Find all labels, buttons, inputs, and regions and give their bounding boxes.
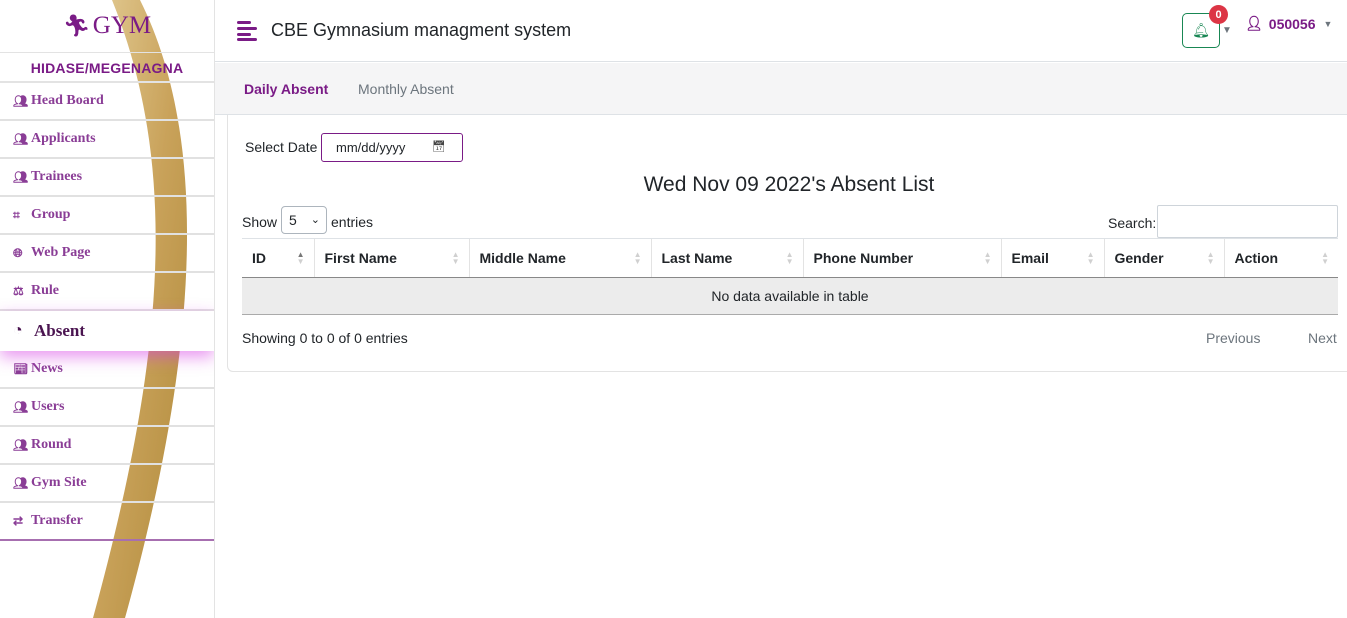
- branch-name: HIDASE/MEGENAGNA: [0, 53, 214, 83]
- column-header-first-name[interactable]: First Name ▲ ▼: [313, 238, 469, 278]
- user-menu[interactable]: 👤︎ 050056 ▼: [1245, 15, 1332, 32]
- sidebar-item-gym-site[interactable]: 👥︎ Gym Site: [0, 465, 214, 503]
- sidebar-item-label: Web Page: [31, 245, 91, 260]
- sidebar-item-label: Applicants: [31, 131, 96, 146]
- users-icon: 👥︎: [13, 475, 29, 490]
- sidebar-item-round[interactable]: 👥︎ Round: [0, 427, 214, 465]
- select-date-label: Select Date: [245, 139, 318, 155]
- sidebar-item-applicants[interactable]: 👥︎ Applicants: [0, 121, 214, 159]
- tab-monthly-absent[interactable]: Monthly Absent: [358, 81, 454, 97]
- table-info: Showing 0 to 0 of 0 entries: [242, 330, 408, 346]
- column-header-gender[interactable]: Gender ▲ ▼: [1103, 238, 1224, 278]
- brand-logo[interactable]: 🏃︎ GYM: [0, 0, 214, 53]
- users-icon: 👥︎: [13, 399, 29, 414]
- entries-label: entries: [331, 214, 374, 230]
- empty-table-message: No data available in table: [242, 277, 1338, 315]
- date-input[interactable]: mm/dd/yyyy 📅︎: [321, 133, 463, 162]
- sidebar-item-group[interactable]: ⌗ Group: [0, 197, 214, 235]
- sidebar-item-transfer[interactable]: ⇄ Transfer: [0, 503, 214, 541]
- sidebar-item-label: Head Board: [31, 93, 104, 108]
- sidebar-item-users[interactable]: 👥︎ Users: [0, 389, 214, 427]
- next-page-button[interactable]: Next: [1308, 330, 1337, 346]
- calendar-icon[interactable]: 📅︎: [432, 134, 446, 161]
- sort-icon: ▲ ▼: [983, 250, 992, 266]
- sidebar-item-label: Group: [31, 207, 71, 222]
- sort-icon: ▲ ▼: [1086, 250, 1095, 266]
- tab-daily-absent[interactable]: Daily Absent: [244, 81, 328, 97]
- running-person-icon: 🏃︎: [62, 13, 91, 38]
- column-header-email[interactable]: Email ▲ ▼: [1000, 238, 1104, 278]
- page-title: CBE Gymnasium managment system: [271, 20, 572, 40]
- menu-toggle-icon[interactable]: [237, 20, 259, 41]
- column-header-phone-number[interactable]: Phone Number ▲ ▼: [802, 238, 1001, 278]
- previous-page-button[interactable]: Previous: [1206, 330, 1260, 346]
- user-check-icon: 👤︎: [1245, 15, 1263, 31]
- column-header-last-name[interactable]: Last Name ▲ ▼: [650, 238, 803, 278]
- list-title: Wed Nov 09 2022's Absent List: [643, 173, 935, 196]
- search-label: Search:: [1108, 215, 1157, 231]
- sidebar-item-label: Rule: [31, 283, 59, 298]
- main-content: Daily Absent Monthly Absent Select Date …: [215, 63, 1347, 618]
- notification-count-badge: 0: [1209, 5, 1228, 24]
- show-label: Show: [242, 214, 278, 230]
- sidebar-item-news[interactable]: 📰︎ News: [0, 351, 214, 389]
- scale-icon: ⚖︎: [13, 283, 24, 298]
- absent-table: ID ▲ ▼ First Name ▲ ▼ Middle Name ▲ ▼ Last …: [242, 238, 1338, 315]
- sidebar: 🏃︎ GYM HIDASE/MEGENAGNA 👥︎ Head Board 👥︎…: [0, 0, 215, 618]
- sidebar-nav: 👥︎ Head Board 👥︎ Applicants 👥︎ Trainees …: [0, 83, 214, 541]
- bell-icon: 🔔︎: [1192, 22, 1210, 38]
- users-icon: 👥︎: [13, 437, 29, 452]
- sidebar-item-label: Absent: [34, 321, 86, 340]
- date-placeholder: mm/dd/yyyy: [336, 140, 406, 155]
- brand-text: GYM: [92, 12, 152, 39]
- column-header-id[interactable]: ID ▲ ▼: [242, 238, 314, 278]
- sidebar-item-web-page[interactable]: 🌐︎ Web Page: [0, 235, 214, 273]
- users-icon: 👥︎: [13, 131, 29, 146]
- chevron-down-icon[interactable]: ▼: [1222, 25, 1232, 36]
- chevron-down-icon: ⌄: [310, 214, 320, 226]
- table-row: No data available in table: [242, 277, 1338, 315]
- newspaper-icon: 📰︎: [13, 361, 29, 376]
- sidebar-item-label: News: [31, 361, 63, 376]
- exchange-icon: ⇄: [13, 513, 24, 528]
- entries-value: 5: [289, 212, 297, 228]
- sidebar-item-absent[interactable]: ◔ Absent: [0, 311, 214, 351]
- user-name: 050056: [1268, 15, 1316, 32]
- chevron-down-icon: ▼: [1323, 18, 1333, 29]
- sort-icon: ▲ ▼: [1321, 250, 1329, 266]
- clock-icon: ◔: [13, 322, 23, 339]
- column-header-action[interactable]: Action ▲ ▼: [1223, 238, 1338, 278]
- tabs-bar: Daily Absent Monthly Absent: [215, 63, 1347, 115]
- top-header: CBE Gymnasium managment system 🔔︎ 0 ▼ 👤︎…: [215, 0, 1347, 62]
- sidebar-item-label: Users: [31, 399, 65, 414]
- column-header-middle-name[interactable]: Middle Name ▲ ▼: [468, 238, 651, 278]
- table-header-row: ID ▲ ▼ First Name ▲ ▼ Middle Name ▲ ▼ Last …: [242, 238, 1338, 278]
- object-group-icon: ⌗: [13, 207, 20, 222]
- users-icon: 👥︎: [13, 169, 29, 184]
- sidebar-item-trainees[interactable]: 👥︎ Trainees: [0, 159, 214, 197]
- absent-card: Select Date mm/dd/yyyy 📅︎ Wed Nov 09 202…: [227, 115, 1347, 372]
- sidebar-item-label: Round: [31, 437, 72, 452]
- sidebar-item-head-board[interactable]: 👥︎ Head Board: [0, 83, 214, 121]
- sort-icon: ▲ ▼: [633, 250, 642, 266]
- sort-icon: ▲ ▼: [451, 250, 460, 266]
- sort-icon: ▲ ▼: [785, 250, 794, 266]
- sidebar-item-label: Trainees: [31, 169, 83, 184]
- users-icon: 👥︎: [13, 93, 29, 108]
- sidebar-item-label: Transfer: [31, 513, 83, 528]
- search-input[interactable]: [1157, 205, 1338, 238]
- entries-select[interactable]: 5 ⌄: [281, 206, 327, 234]
- sort-icon: ▲ ▼: [1206, 250, 1215, 266]
- globe-icon: 🌐︎: [13, 245, 23, 260]
- sidebar-item-label: Gym Site: [31, 475, 87, 490]
- sidebar-item-rule[interactable]: ⚖︎ Rule: [0, 273, 214, 311]
- sort-icon: ▲ ▼: [296, 250, 305, 266]
